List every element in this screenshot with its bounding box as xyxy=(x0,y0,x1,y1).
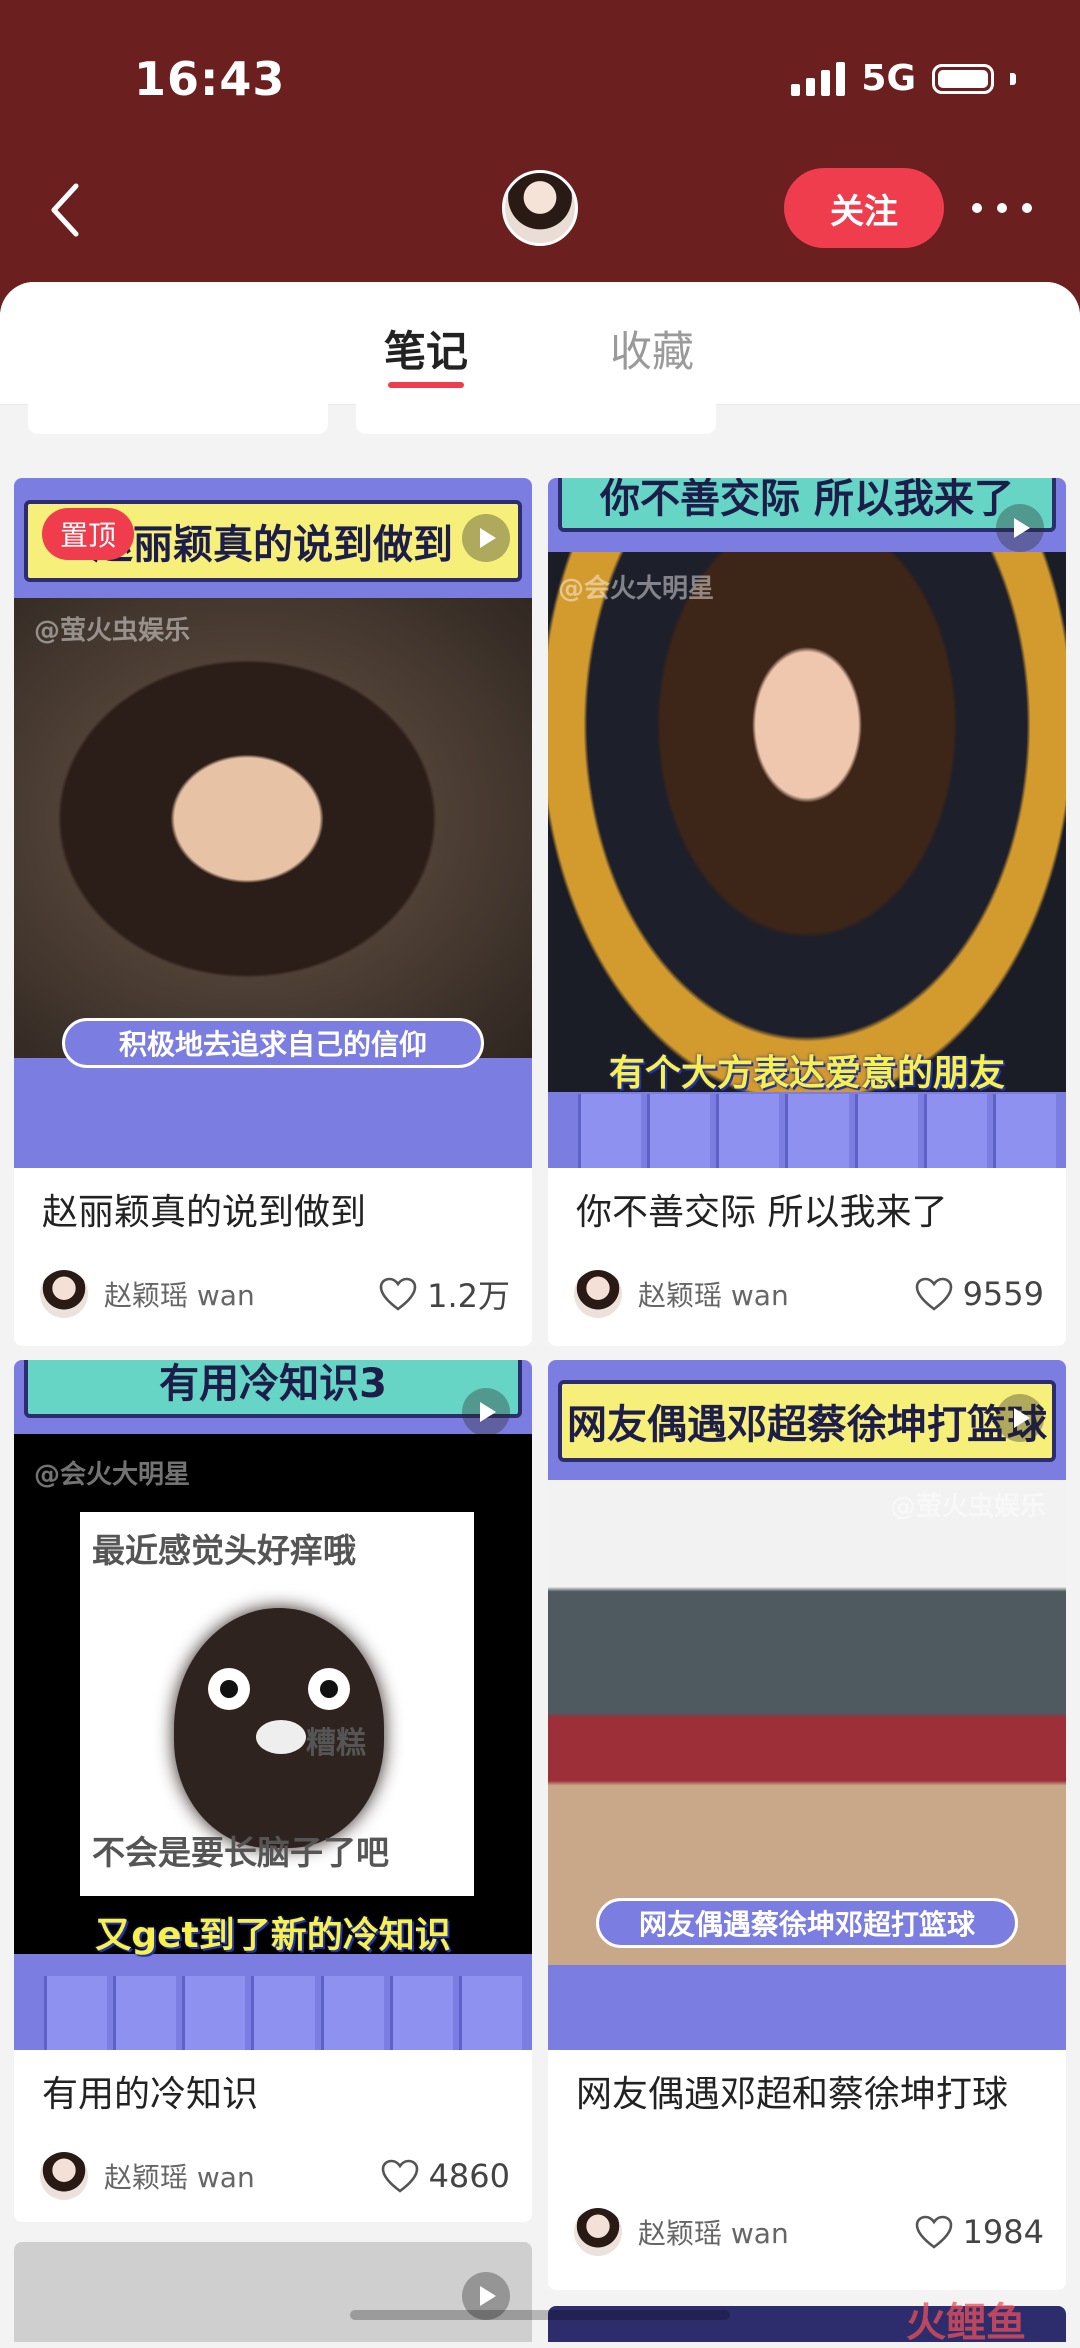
active-tab-indicator xyxy=(388,382,464,388)
more-options-icon[interactable] xyxy=(972,190,1032,226)
cover-subtitle: 积极地去追求自己的信仰 xyxy=(62,1018,484,1068)
content-sheet: 笔记 收藏 赵丽颖真的说到做到 置顶 @萤火虫娱乐 积极地去追求自己的信仰 赵丽… xyxy=(0,282,1080,2342)
play-icon xyxy=(996,504,1044,552)
note-title: 有用的冷知识 xyxy=(42,2074,259,2115)
play-icon xyxy=(462,514,510,562)
meme-text-mid: 糟糕 xyxy=(306,1726,366,1761)
cover-watermark: @萤火虫娱乐 xyxy=(889,1492,1046,1522)
home-indicator xyxy=(350,2310,730,2320)
note-cover: 有用冷知识3 @会火大明星 最近感觉头好痒哦 糟糕 不会是要长脑子了吧 又get… xyxy=(14,1360,532,2050)
note-cover: 赵丽颖真的说到做到 置顶 @萤火虫娱乐 积极地去追求自己的信仰 xyxy=(14,478,532,1168)
author-name[interactable]: 赵颖瑶 wan xyxy=(104,2156,255,2196)
author-avatar[interactable] xyxy=(40,2152,88,2200)
like-button[interactable]: 4860 xyxy=(381,2157,510,2195)
status-indicators: 5G xyxy=(791,58,1016,99)
meme-text-bottom: 不会是要长脑子了吧 xyxy=(92,1833,389,1872)
author-avatar[interactable] xyxy=(574,2208,622,2256)
cover-photo xyxy=(548,1480,1066,1965)
cover-watermark: @萤火虫娱乐 xyxy=(34,616,191,646)
heart-icon xyxy=(381,2159,418,2193)
note-meta: 赵颖瑶 wan 9559 xyxy=(574,1268,1044,1320)
tab-collections[interactable]: 收藏 xyxy=(610,318,694,379)
follow-button[interactable]: 关注 xyxy=(784,168,944,248)
like-button[interactable]: 1984 xyxy=(915,2213,1044,2251)
cover-banner: 网友偶遇邓超蔡徐坤打篮球 xyxy=(558,1380,1056,1462)
meme-text-top: 最近感觉头好痒哦 xyxy=(92,1531,356,1570)
heart-icon xyxy=(379,1277,417,1311)
like-count: 1.2万 xyxy=(427,1277,510,1315)
previous-card-edge xyxy=(356,404,716,434)
previous-card-edge xyxy=(28,404,328,434)
cover-decoration xyxy=(14,1976,532,2050)
author-avatar[interactable] xyxy=(574,1270,622,1318)
note-meta: 赵颖瑶 wan 1.2万 xyxy=(40,1268,510,1320)
cover-photo xyxy=(548,552,1066,1092)
cover-decoration xyxy=(548,1094,1066,1168)
meme-image: 最近感觉头好痒哦 糟糕 不会是要长脑子了吧 xyxy=(80,1512,474,1896)
cover-banner: 有用冷知识3 xyxy=(24,1360,522,1418)
note-title: 你不善交际 所以我来了 xyxy=(576,1192,948,1233)
note-title: 赵丽颖真的说到做到 xyxy=(42,1192,367,1233)
play-icon xyxy=(996,1394,1044,1442)
chevron-left-icon xyxy=(51,183,79,237)
note-card[interactable]: 网友偶遇邓超蔡徐坤打篮球 @萤火虫娱乐 网友偶遇蔡徐坤邓超打篮球 网友偶遇邓超和… xyxy=(548,1360,1066,2290)
note-meta: 赵颖瑶 wan 1984 xyxy=(574,2206,1044,2258)
like-button[interactable]: 9559 xyxy=(915,1275,1044,1313)
profile-avatar[interactable] xyxy=(502,170,578,246)
author-avatar[interactable] xyxy=(40,1270,88,1318)
like-count: 4860 xyxy=(428,2157,510,2195)
note-meta: 赵颖瑶 wan 4860 xyxy=(40,2150,510,2202)
author-name[interactable]: 赵颖瑶 wan xyxy=(104,1274,255,1314)
like-count: 9559 xyxy=(962,1275,1044,1313)
tab-notes[interactable]: 笔记 xyxy=(384,318,468,379)
profile-header: 16:43 5G 关注 xyxy=(0,0,1080,320)
cover-subtitle: 有个大方表达爱意的朋友 xyxy=(608,1053,1005,1094)
heart-icon xyxy=(915,2215,952,2249)
watermark-logo: 火鲤鱼 xyxy=(906,2300,1026,2346)
like-count: 1984 xyxy=(962,2213,1044,2251)
tab-bar: 笔记 收藏 xyxy=(0,282,1080,405)
signal-icon xyxy=(791,61,846,96)
status-time: 16:43 xyxy=(134,52,286,106)
author-name[interactable]: 赵颖瑶 wan xyxy=(638,1274,789,1314)
note-card[interactable]: 你不善交际 所以我来了 @会火大明星 有个大方表达爱意的朋友 你不善交际 所以我… xyxy=(548,478,1066,1346)
note-cover: 网友偶遇邓超蔡徐坤打篮球 @萤火虫娱乐 网友偶遇蔡徐坤邓超打篮球 xyxy=(548,1360,1066,2050)
back-button[interactable] xyxy=(46,180,86,240)
heart-icon xyxy=(915,1277,952,1311)
cover-subtitle: 又get到了新的冷知识 xyxy=(95,1915,451,1956)
cover-watermark: @会火大明星 xyxy=(34,1460,191,1490)
cover-photo: @会火大明星 最近感觉头好痒哦 糟糕 不会是要长脑子了吧 又get到了新的冷知识 xyxy=(14,1434,532,1956)
author-name[interactable]: 赵颖瑶 wan xyxy=(638,2212,789,2252)
play-icon xyxy=(462,1388,510,1436)
cover-watermark: @会火大明星 xyxy=(558,574,715,604)
pinned-badge: 置顶 xyxy=(42,508,134,560)
battery-icon xyxy=(932,63,994,94)
note-card[interactable]: 有用冷知识3 @会火大明星 最近感觉头好痒哦 糟糕 不会是要长脑子了吧 又get… xyxy=(14,1360,532,2222)
cover-photo xyxy=(14,598,532,1058)
battery-cap xyxy=(1010,72,1016,85)
note-title: 网友偶遇邓超和蔡徐坤打球 xyxy=(576,2074,1009,2115)
cover-subtitle: 网友偶遇蔡徐坤邓超打篮球 xyxy=(596,1898,1018,1948)
like-button[interactable]: 1.2万 xyxy=(379,1271,510,1317)
note-card[interactable]: 赵丽颖真的说到做到 置顶 @萤火虫娱乐 积极地去追求自己的信仰 赵丽颖真的说到做… xyxy=(14,478,532,1346)
note-cover: 你不善交际 所以我来了 @会火大明星 有个大方表达爱意的朋友 xyxy=(548,478,1066,1168)
network-label: 5G xyxy=(861,58,916,99)
cover-banner: 你不善交际 所以我来了 xyxy=(558,478,1056,532)
note-card[interactable] xyxy=(14,2242,532,2342)
